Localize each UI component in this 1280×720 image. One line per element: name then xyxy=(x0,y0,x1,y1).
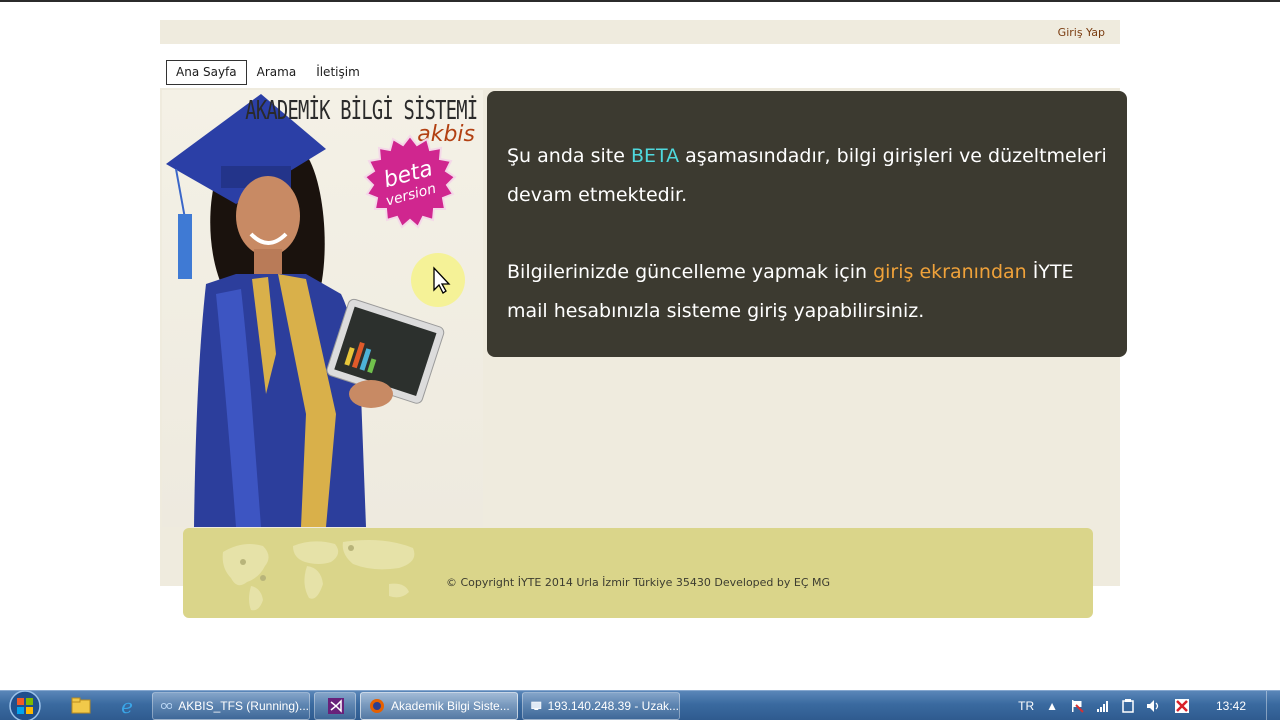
hero-banner: AKADEMİK BİLGİ SİSTEMİ akbis beta versio… xyxy=(162,90,483,527)
taskbar-task-firefox[interactable]: Akademik Bilgi Siste... xyxy=(360,692,518,720)
mouse-cursor-highlight xyxy=(411,253,465,307)
notice-paragraph-2: Bilgilerinizde güncelleme yapmak için gi… xyxy=(507,261,1074,322)
clipboard-tray-icon[interactable] xyxy=(1122,699,1134,713)
beta-highlight: BETA xyxy=(630,145,680,167)
browser-page: Giriş Yap Ana Sayfa Arama İletişim AKADE… xyxy=(0,0,1280,720)
taskbar-task-virtualbox[interactable]: AKBIS_TFS (Running)... xyxy=(152,692,310,720)
windows-start-button-icon[interactable] xyxy=(6,689,44,720)
show-hidden-icons-icon[interactable]: ▲ xyxy=(1046,699,1058,713)
network-signal-icon[interactable] xyxy=(1096,700,1110,712)
login-screen-link[interactable]: giriş ekranından xyxy=(873,261,1027,283)
windows-taskbar: e AKBIS_TFS (Running)... Akademik Bilgi … xyxy=(0,690,1280,720)
site-footer: © Copyright İYTE 2014 Urla İzmir Türkiye… xyxy=(183,528,1093,618)
login-link[interactable]: Giriş Yap xyxy=(1058,26,1105,39)
notice-paragraph-1: Şu anda site BETA aşamasındadır, bilgi g… xyxy=(507,145,1107,206)
nav-item-home[interactable]: Ana Sayfa xyxy=(166,60,247,85)
main-nav: Ana Sayfa Arama İletişim xyxy=(166,60,370,85)
taskbar-task-remote-desktop[interactable]: 193.140.248.39 - Uzak... xyxy=(522,692,680,720)
firefox-icon xyxy=(370,699,384,713)
virtualbox-icon xyxy=(161,703,173,709)
taskbar-clock[interactable]: 13:42 xyxy=(1196,699,1266,713)
beta-notice-panel: Şu anda site BETA aşamasındadır, bilgi g… xyxy=(487,91,1127,357)
nav-item-search[interactable]: Arama xyxy=(247,60,307,85)
internet-explorer-icon[interactable]: e xyxy=(114,694,140,718)
taskbar-task-visual-studio[interactable] xyxy=(314,692,356,720)
action-center-flag-icon[interactable] xyxy=(1070,699,1084,713)
svg-text:e: e xyxy=(121,695,133,717)
language-indicator[interactable]: TR xyxy=(1018,699,1034,713)
beta-version-badge: beta version xyxy=(363,134,457,229)
system-tray: TR ▲ 13:42 xyxy=(1012,691,1280,720)
show-desktop-button[interactable] xyxy=(1266,691,1280,720)
nav-item-contact[interactable]: İletişim xyxy=(306,60,370,85)
visual-studio-icon xyxy=(328,698,344,714)
remote-desktop-icon xyxy=(531,701,542,710)
antivirus-alert-icon[interactable] xyxy=(1174,698,1190,714)
world-map-decoration xyxy=(222,540,415,611)
volume-icon[interactable] xyxy=(1146,699,1162,713)
browser-top-edge xyxy=(0,0,1280,2)
header-strip: Giriş Yap xyxy=(160,20,1120,44)
copyright-text: © Copyright İYTE 2014 Urla İzmir Türkiye… xyxy=(445,576,831,589)
file-explorer-icon[interactable] xyxy=(68,694,94,718)
content-area: AKADEMİK BİLGİ SİSTEMİ akbis beta versio… xyxy=(160,88,1127,586)
